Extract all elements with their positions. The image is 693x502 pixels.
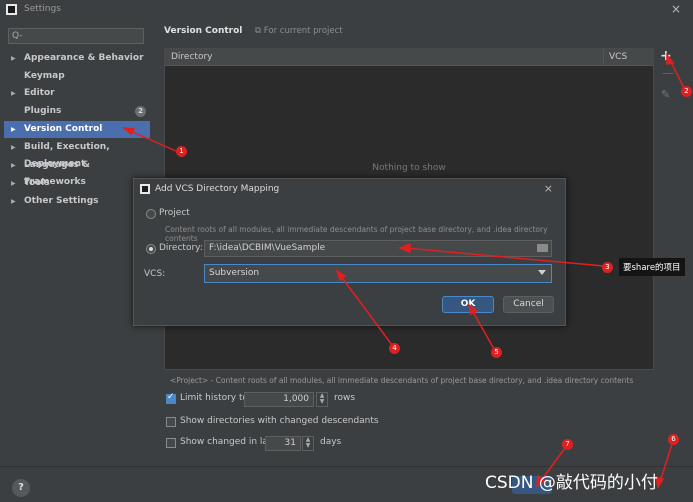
- annotation-arrowhead-2: [666, 52, 675, 65]
- annotation-arrowhead-4: [335, 269, 347, 282]
- annotation-marker-2: 2: [681, 86, 692, 97]
- annotation-arrows: [121, 52, 685, 489]
- annotation-marker-1: 1: [176, 146, 187, 157]
- annotation-arrow-6: [659, 443, 673, 483]
- share-project-note: 要share的项目: [619, 258, 685, 276]
- csdn-watermark: CSDN @敲代码的小付: [485, 473, 658, 493]
- annotation-arrowhead-1: [121, 127, 136, 136]
- annotation-marker-3: 3: [602, 262, 613, 273]
- annotation-arrow-3: [404, 247, 605, 267]
- annotation-arrowhead-5: [467, 303, 479, 316]
- annotation-arrow-5: [471, 309, 495, 350]
- annotation-arrowhead-3: [397, 242, 411, 254]
- annotation-marker-7: 7: [562, 439, 573, 450]
- annotation-marker-5: 5: [491, 347, 502, 358]
- annotation-marker-4: 4: [389, 343, 400, 354]
- annotation-marker-6: 6: [668, 434, 679, 445]
- annotation-arrow-1: [127, 129, 177, 152]
- annotation-arrow-2: [669, 59, 685, 89]
- annotation-arrow-4: [339, 274, 393, 346]
